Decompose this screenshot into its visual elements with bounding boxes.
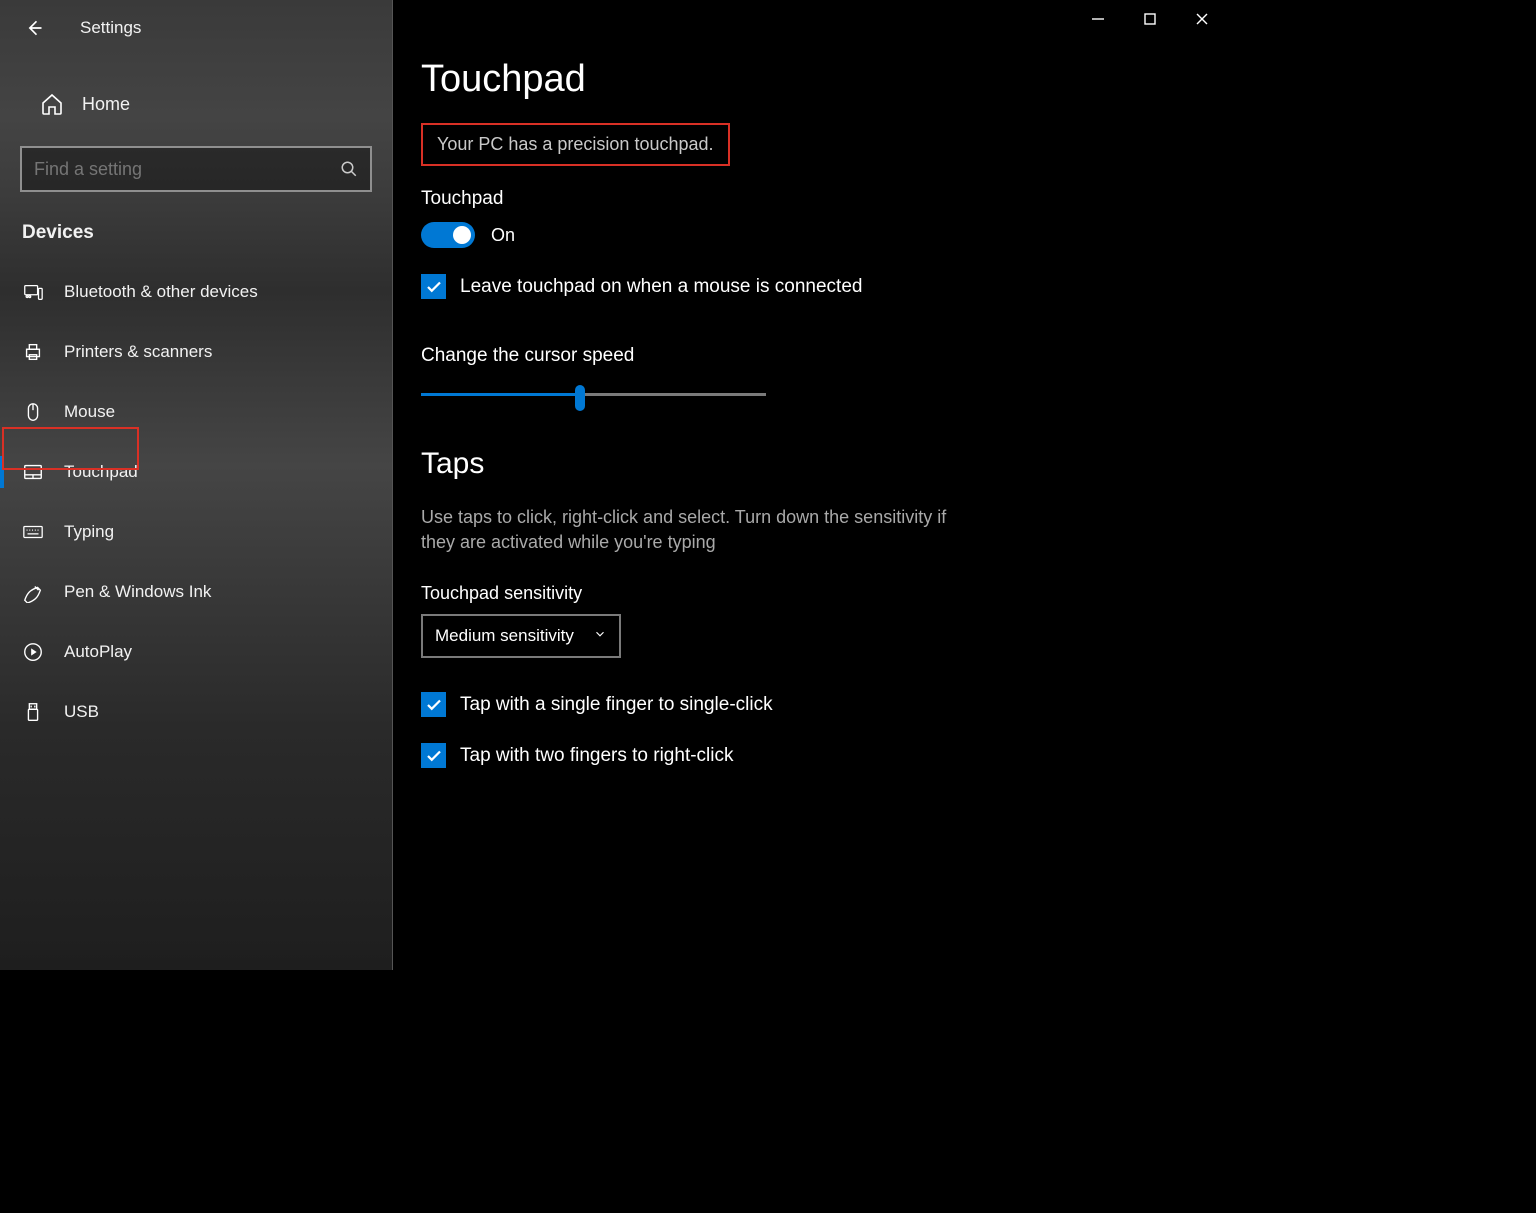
sidebar-item-touchpad[interactable]: Touchpad	[0, 442, 392, 502]
pen-icon	[22, 581, 44, 603]
sensitivity-label: Touchpad sensitivity	[421, 583, 1228, 604]
sidebar-item-autoplay[interactable]: AutoPlay	[0, 622, 392, 682]
leave-on-checkbox[interactable]	[421, 274, 446, 299]
sidebar-item-pen[interactable]: Pen & Windows Ink	[0, 562, 392, 622]
sensitivity-value: Medium sensitivity	[435, 626, 574, 646]
taps-description: Use taps to click, right-click and selec…	[421, 505, 961, 555]
usb-icon	[22, 701, 44, 723]
sidebar-nav: Bluetooth & other devices Printers & sca…	[0, 262, 392, 742]
precision-touchpad-message: Your PC has a precision touchpad.	[421, 123, 730, 166]
sidebar-item-label: AutoPlay	[64, 642, 132, 662]
search-input[interactable]	[34, 159, 340, 180]
settings-window: Settings Home Devices Bluetooth & oth	[0, 0, 1228, 970]
cursor-speed-label: Change the cursor speed	[421, 345, 1228, 367]
sidebar-item-label: Printers & scanners	[64, 342, 212, 362]
sidebar: Settings Home Devices Bluetooth & oth	[0, 0, 393, 970]
tap-single-checkbox[interactable]	[421, 692, 446, 717]
app-title: Settings	[80, 18, 141, 38]
touchpad-toggle[interactable]	[421, 222, 475, 248]
touchpad-icon	[22, 461, 44, 483]
sidebar-item-label: Touchpad	[64, 462, 138, 482]
sidebar-item-usb[interactable]: USB	[0, 682, 392, 742]
bluetooth-icon	[22, 281, 44, 303]
maximize-button[interactable]	[1124, 0, 1176, 38]
sidebar-item-label: Mouse	[64, 402, 115, 422]
sensitivity-dropdown[interactable]: Medium sensitivity	[421, 614, 621, 658]
cursor-speed-slider[interactable]	[421, 383, 766, 407]
page-title: Touchpad	[421, 58, 1228, 101]
sidebar-section-label: Devices	[22, 222, 392, 244]
search-icon	[340, 160, 358, 178]
tap-two-checkbox[interactable]	[421, 743, 446, 768]
sidebar-item-label: Bluetooth & other devices	[64, 282, 258, 302]
tap-two-label: Tap with two fingers to right-click	[460, 745, 734, 767]
touchpad-toggle-label: Touchpad	[421, 188, 1228, 210]
sidebar-item-bluetooth[interactable]: Bluetooth & other devices	[0, 262, 392, 322]
minimize-button[interactable]	[1072, 0, 1124, 38]
main-panel: Touchpad Your PC has a precision touchpa…	[393, 0, 1228, 970]
sidebar-home[interactable]: Home	[0, 76, 392, 132]
mouse-icon	[22, 401, 44, 423]
home-icon	[40, 92, 64, 116]
sidebar-home-label: Home	[82, 94, 130, 115]
tap-single-label: Tap with a single finger to single-click	[460, 694, 773, 716]
back-button[interactable]	[18, 12, 50, 44]
leave-on-label: Leave touchpad on when a mouse is connec…	[460, 276, 862, 298]
sidebar-item-typing[interactable]: Typing	[0, 502, 392, 562]
chevron-down-icon	[593, 626, 607, 646]
close-button[interactable]	[1176, 0, 1228, 38]
window-controls	[1072, 0, 1228, 38]
sidebar-item-printers[interactable]: Printers & scanners	[0, 322, 392, 382]
sidebar-item-label: Typing	[64, 522, 114, 542]
titlebar-left: Settings	[0, 6, 392, 50]
sidebar-item-label: USB	[64, 702, 99, 722]
sidebar-item-label: Pen & Windows Ink	[64, 582, 211, 602]
keyboard-icon	[22, 521, 44, 543]
sidebar-item-mouse[interactable]: Mouse	[0, 382, 392, 442]
autoplay-icon	[22, 641, 44, 663]
touchpad-toggle-state: On	[491, 225, 515, 246]
printer-icon	[22, 341, 44, 363]
taps-heading: Taps	[421, 447, 1228, 481]
search-input-wrap[interactable]	[20, 146, 372, 192]
